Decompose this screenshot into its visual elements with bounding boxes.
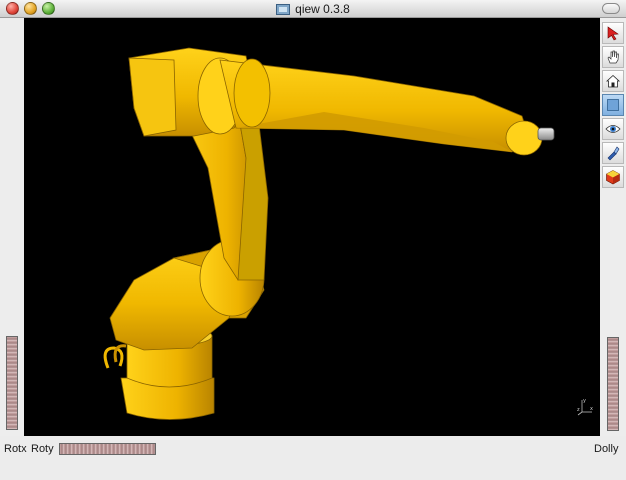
home-view-icon — [605, 74, 621, 88]
dolly-thumbwheel[interactable] — [607, 337, 619, 431]
shading-mode-button[interactable] — [602, 166, 624, 188]
fit-view-icon — [607, 99, 619, 111]
flashlight-icon — [607, 146, 620, 161]
3d-viewport[interactable] — [24, 18, 600, 436]
view-eye-button[interactable] — [602, 118, 624, 140]
light-tool-button[interactable] — [602, 142, 624, 164]
rotx-thumbwheel[interactable] — [6, 336, 18, 430]
fit-view-button[interactable] — [602, 94, 624, 116]
window-title-area: qiew 0.3.8 — [0, 0, 626, 18]
select-tool-button[interactable] — [602, 22, 624, 44]
axis-gizmo: y x z — [577, 398, 593, 416]
title-bar[interactable]: qiew 0.3.8 — [0, 0, 626, 18]
toolbar-toggle-button[interactable] — [602, 3, 620, 14]
rotx-label: Rotx — [4, 443, 27, 455]
eye-view-icon — [605, 125, 621, 133]
axis-x-label: x — [590, 406, 593, 412]
dolly-label: Dolly — [594, 443, 619, 455]
roty-thumbwheel[interactable] — [59, 443, 156, 455]
robot-arm-model — [103, 47, 555, 420]
axis-y-label: y — [583, 398, 586, 404]
window-title: qiew 0.3.8 — [295, 2, 350, 16]
pan-tool-button[interactable] — [602, 46, 624, 68]
shading-cube-icon — [606, 170, 620, 185]
application-window: qiew 0.3.8 y x z Rotx Roty Dolly — [0, 0, 626, 480]
select-arrow-icon — [607, 26, 619, 41]
axis-z-label: z — [577, 407, 580, 413]
home-view-button[interactable] — [602, 70, 624, 92]
roty-label: Roty — [31, 443, 54, 455]
hand-pan-icon — [607, 50, 619, 64]
app-icon — [276, 3, 291, 15]
